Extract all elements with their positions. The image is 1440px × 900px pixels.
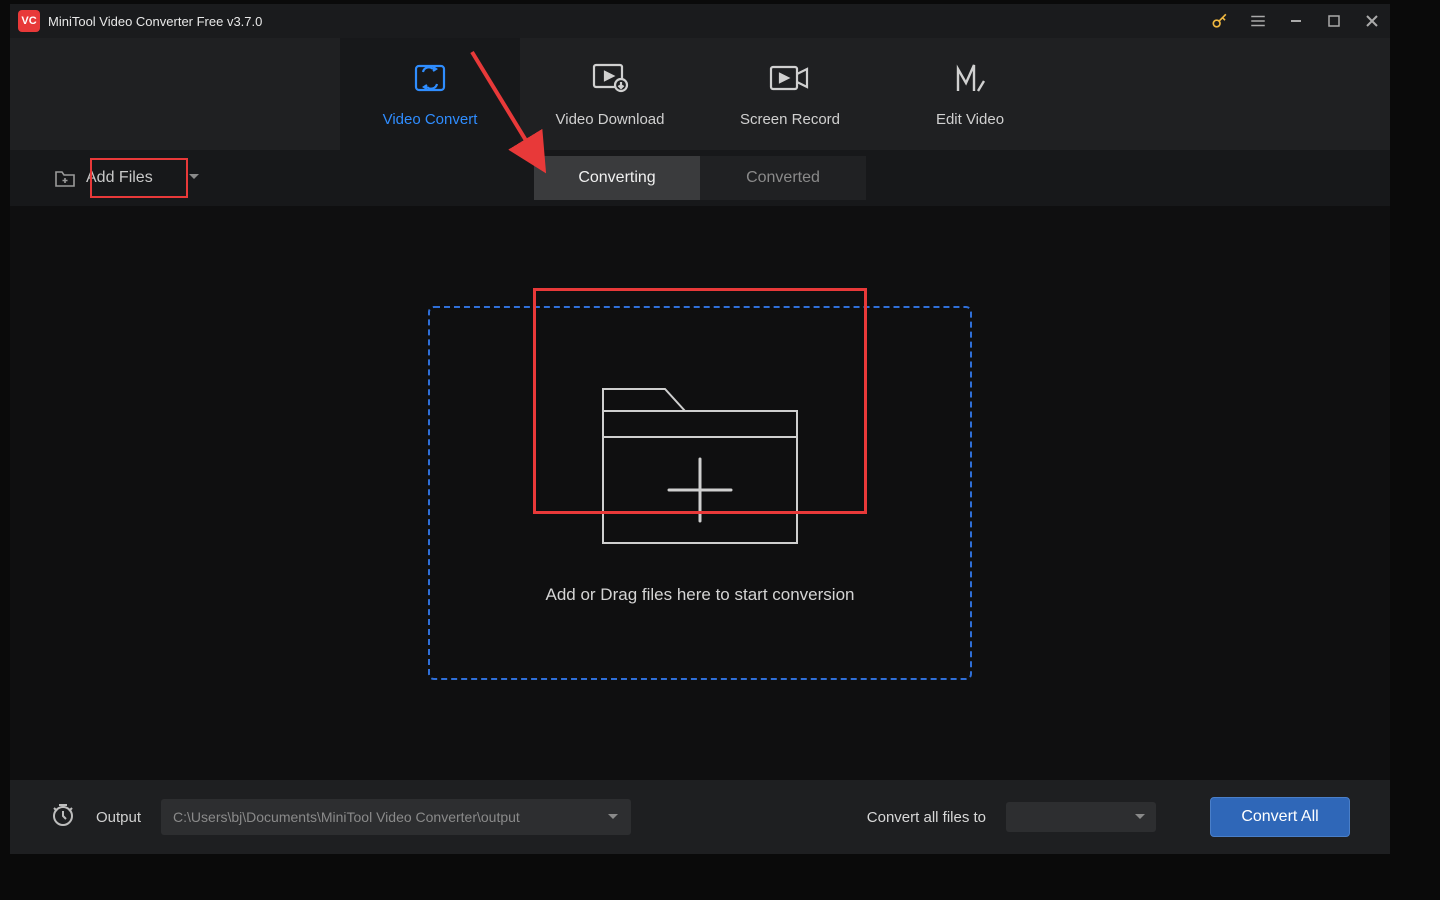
chevron-down-icon <box>607 813 619 821</box>
sub-toolbar: Add Files Converting Converted <box>10 150 1390 206</box>
status-tabs: Converting Converted <box>534 156 866 200</box>
add-files-label: Add Files <box>86 169 153 187</box>
nav-video-convert[interactable]: Video Convert <box>340 38 520 150</box>
download-icon <box>590 61 630 95</box>
output-format-selector[interactable] <box>1006 802 1156 832</box>
convert-all-files-label: Convert all files to <box>867 809 986 826</box>
output-path-text: C:\Users\bj\Documents\MiniTool Video Con… <box>173 809 520 825</box>
dropzone-caption: Add or Drag files here to start conversi… <box>546 585 855 605</box>
convert-icon <box>410 61 450 95</box>
nav-video-download[interactable]: Video Download <box>520 38 700 150</box>
tab-converted[interactable]: Converted <box>700 156 866 200</box>
maximize-button[interactable] <box>1324 11 1344 31</box>
nav-label: Edit Video <box>936 111 1004 128</box>
add-files-button[interactable]: Add Files <box>46 159 161 197</box>
output-label: Output <box>96 809 141 826</box>
minimize-button[interactable] <box>1286 11 1306 31</box>
timer-icon[interactable] <box>50 802 76 833</box>
app-window: VC MiniTool Video Converter Free v3.7.0 <box>10 4 1390 854</box>
main-nav: Video Convert Video Download <box>10 38 1390 150</box>
edit-icon <box>952 61 988 95</box>
nav-edit-video[interactable]: Edit Video <box>880 38 1060 150</box>
record-icon <box>768 61 812 95</box>
nav-label: Screen Record <box>740 111 840 128</box>
file-dropzone[interactable]: Add or Drag files here to start conversi… <box>428 306 972 680</box>
nav-label: Video Convert <box>383 111 478 128</box>
convert-all-button[interactable]: Convert All <box>1210 797 1350 837</box>
title-bar: VC MiniTool Video Converter Free v3.7.0 <box>10 4 1390 38</box>
bottom-bar: Output C:\Users\bj\Documents\MiniTool Vi… <box>10 780 1390 854</box>
output-path-selector[interactable]: C:\Users\bj\Documents\MiniTool Video Con… <box>161 799 631 835</box>
tab-converting[interactable]: Converting <box>534 156 700 200</box>
chevron-down-icon <box>1134 813 1146 821</box>
folder-plus-icon <box>595 381 805 551</box>
menu-icon[interactable] <box>1248 11 1268 31</box>
add-files-dropdown-icon[interactable] <box>187 169 201 187</box>
add-folder-icon <box>54 168 76 188</box>
main-content-area: Add or Drag files here to start conversi… <box>10 206 1390 780</box>
close-button[interactable] <box>1362 11 1382 31</box>
app-logo-icon: VC <box>18 10 40 32</box>
key-icon[interactable] <box>1210 11 1230 31</box>
nav-screen-record[interactable]: Screen Record <box>700 38 880 150</box>
nav-label: Video Download <box>556 111 665 128</box>
app-title: MiniTool Video Converter Free v3.7.0 <box>48 14 1210 29</box>
